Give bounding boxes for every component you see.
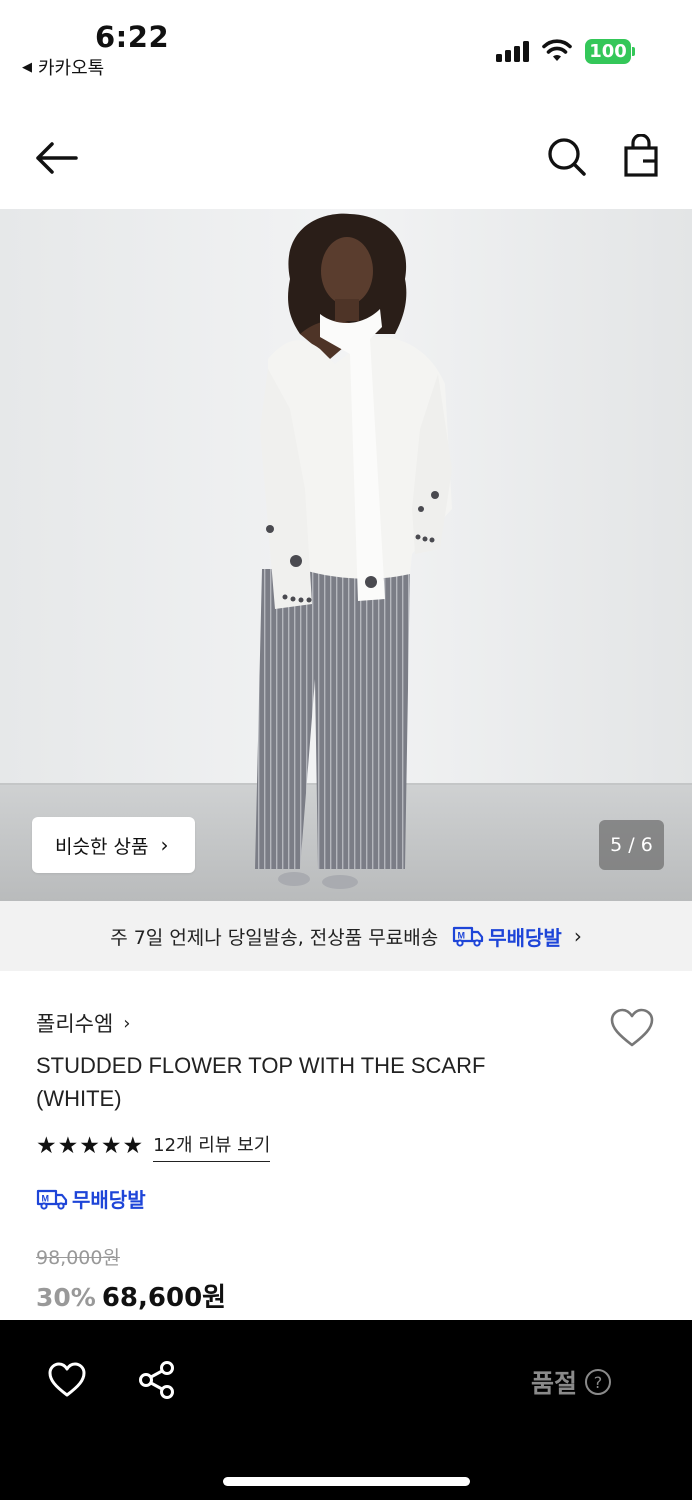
sold-out-label: 품절: [531, 1369, 578, 1398]
star-icon: ★: [122, 1133, 144, 1159]
chevron-right-icon: ›: [160, 833, 169, 857]
discount-rate: 30%: [36, 1283, 96, 1312]
sold-out-status: 품절 ?: [531, 1364, 612, 1400]
free-shipping-badge: M 무배당발: [36, 1184, 146, 1213]
heart-icon[interactable]: [47, 1362, 87, 1398]
star-icon: ★: [100, 1133, 122, 1159]
search-icon[interactable]: [546, 136, 588, 178]
arrow-left-icon[interactable]: [32, 136, 80, 180]
shipping-banner-text: 주 7일 언제나 당일발송, 전상품 무료배송: [110, 926, 439, 949]
delivery-truck-icon: M: [453, 926, 484, 947]
return-to-app-link[interactable]: ◀ 카카오톡: [22, 54, 104, 80]
similar-products-label: 비슷한 상품: [55, 835, 149, 858]
brand-link[interactable]: 폴리수엠 ›: [36, 1008, 130, 1038]
battery-indicator: 100: [585, 39, 631, 64]
home-indicator[interactable]: [223, 1477, 470, 1486]
battery-cap: [632, 47, 635, 56]
free-shipping-badge: M 무배당발: [452, 922, 562, 951]
share-icon[interactable]: [138, 1360, 176, 1400]
chevron-right-icon: ›: [573, 924, 582, 948]
chevron-right-icon: ›: [123, 1012, 131, 1034]
model-photo-illustration: [0, 209, 692, 901]
star-icon: ★: [36, 1133, 57, 1159]
rating-row: ★ ★ ★ ★ ★ 12개 리뷰 보기: [36, 1131, 271, 1162]
price-row: 30% 68,600원: [36, 1277, 226, 1314]
similar-products-button[interactable]: 비슷한 상품 ›: [32, 817, 195, 873]
star-rating: ★ ★ ★ ★ ★: [36, 1135, 143, 1158]
star-icon: ★: [79, 1133, 100, 1159]
cellular-signal-icon: [496, 40, 529, 62]
product-photo[interactable]: [0, 209, 692, 901]
image-page-indicator: 5 / 6: [599, 820, 664, 870]
free-shipping-label: 무배당발: [72, 1188, 146, 1212]
bottom-action-bar: [0, 1320, 692, 1500]
status-bar: 6:22 ◀ 카카오톡 100: [0, 0, 692, 90]
back-triangle-icon: ◀: [22, 59, 32, 75]
sale-price: 68,600원: [101, 1283, 227, 1313]
shopping-bag-icon[interactable]: [620, 134, 662, 178]
svg-text:M: M: [42, 1193, 50, 1203]
brand-name: 폴리수엠: [36, 1012, 114, 1036]
svg-text:M: M: [458, 931, 466, 941]
original-price: 98,000원: [36, 1247, 120, 1269]
shipping-banner[interactable]: 주 7일 언제나 당일발송, 전상품 무료배송 M 무배당발 ›: [0, 901, 692, 971]
status-time: 6:22: [95, 20, 170, 54]
view-reviews-link[interactable]: 12개 리뷰 보기: [153, 1131, 271, 1162]
return-app-label: 카카오톡: [38, 58, 105, 79]
help-icon[interactable]: ?: [585, 1369, 612, 1395]
product-name: STUDDED FLOWER TOP WITH THE SCARF (WHITE…: [36, 1053, 486, 1111]
wishlist-heart-icon[interactable]: [609, 1008, 655, 1048]
wifi-icon: [542, 39, 572, 61]
star-icon: ★: [57, 1133, 79, 1159]
delivery-truck-icon: M: [36, 1189, 68, 1210]
free-shipping-badge-label: 무배당발: [488, 925, 562, 950]
